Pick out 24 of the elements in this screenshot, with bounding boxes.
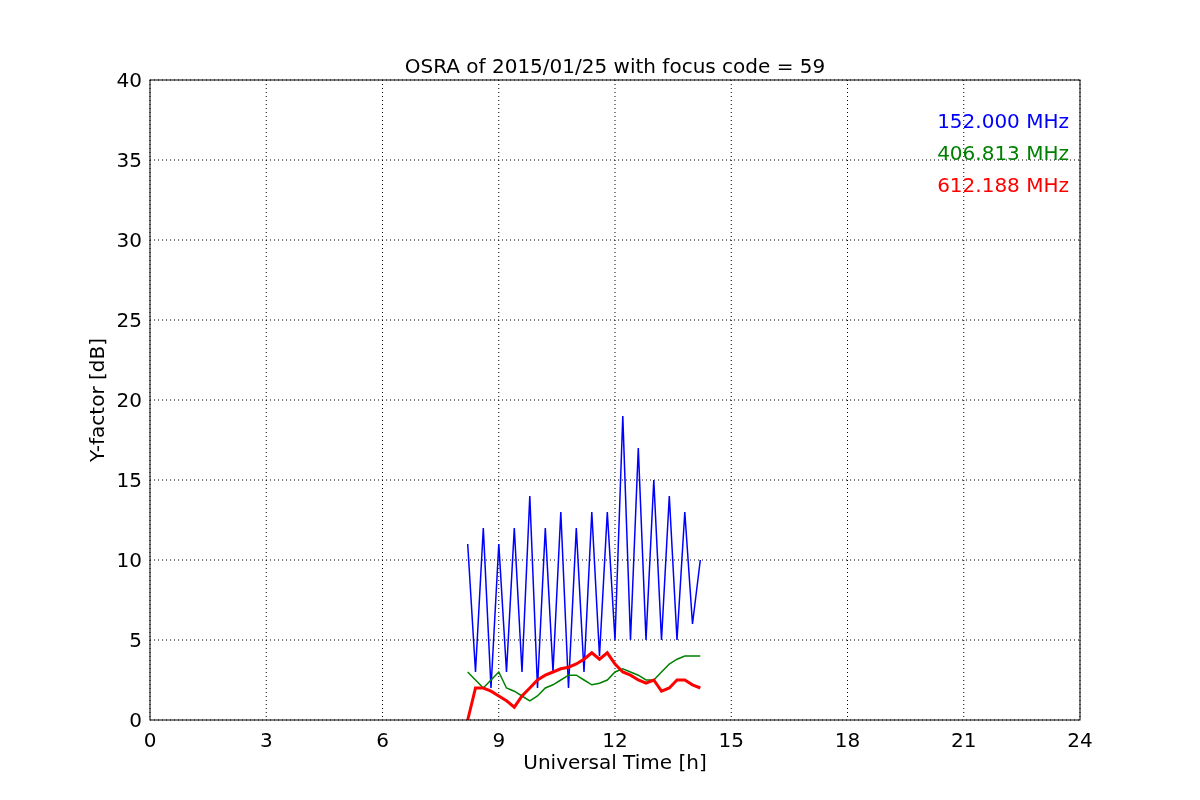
chart-title: OSRA of 2015/01/25 with focus code = 59 bbox=[404, 54, 826, 78]
y-tick-label: 35 bbox=[116, 148, 142, 172]
y-tick-label: 25 bbox=[116, 308, 142, 332]
x-tick-label: 18 bbox=[834, 728, 861, 752]
y-tick-label: 10 bbox=[116, 548, 142, 572]
legend-label: 612.188 MHz bbox=[937, 173, 1069, 197]
x-tick-label: 21 bbox=[951, 728, 977, 752]
y-tick-label: 5 bbox=[129, 628, 142, 652]
x-tick-label: 9 bbox=[492, 728, 506, 752]
y-tick-label: 15 bbox=[116, 468, 142, 492]
y-tick-label: 20 bbox=[116, 388, 142, 412]
x-tick-label: 24 bbox=[1067, 728, 1093, 752]
legend-label: 406.813 MHz bbox=[937, 141, 1069, 165]
y-tick-label: 0 bbox=[129, 708, 142, 732]
x-tick-label: 0 bbox=[143, 728, 157, 752]
y-tick-label: 30 bbox=[116, 228, 142, 252]
x-tick-label: 15 bbox=[718, 728, 744, 752]
x-tick-label: 12 bbox=[602, 728, 628, 752]
x-axis-label: Universal Time [h] bbox=[523, 750, 707, 774]
x-tick-label: 6 bbox=[376, 728, 389, 752]
legend-label: 152.000 MHz bbox=[937, 109, 1069, 133]
y-tick-label: 40 bbox=[116, 68, 142, 92]
x-tick-label: 3 bbox=[259, 728, 273, 752]
y-axis-label: Y-factor [dB] bbox=[85, 338, 109, 462]
